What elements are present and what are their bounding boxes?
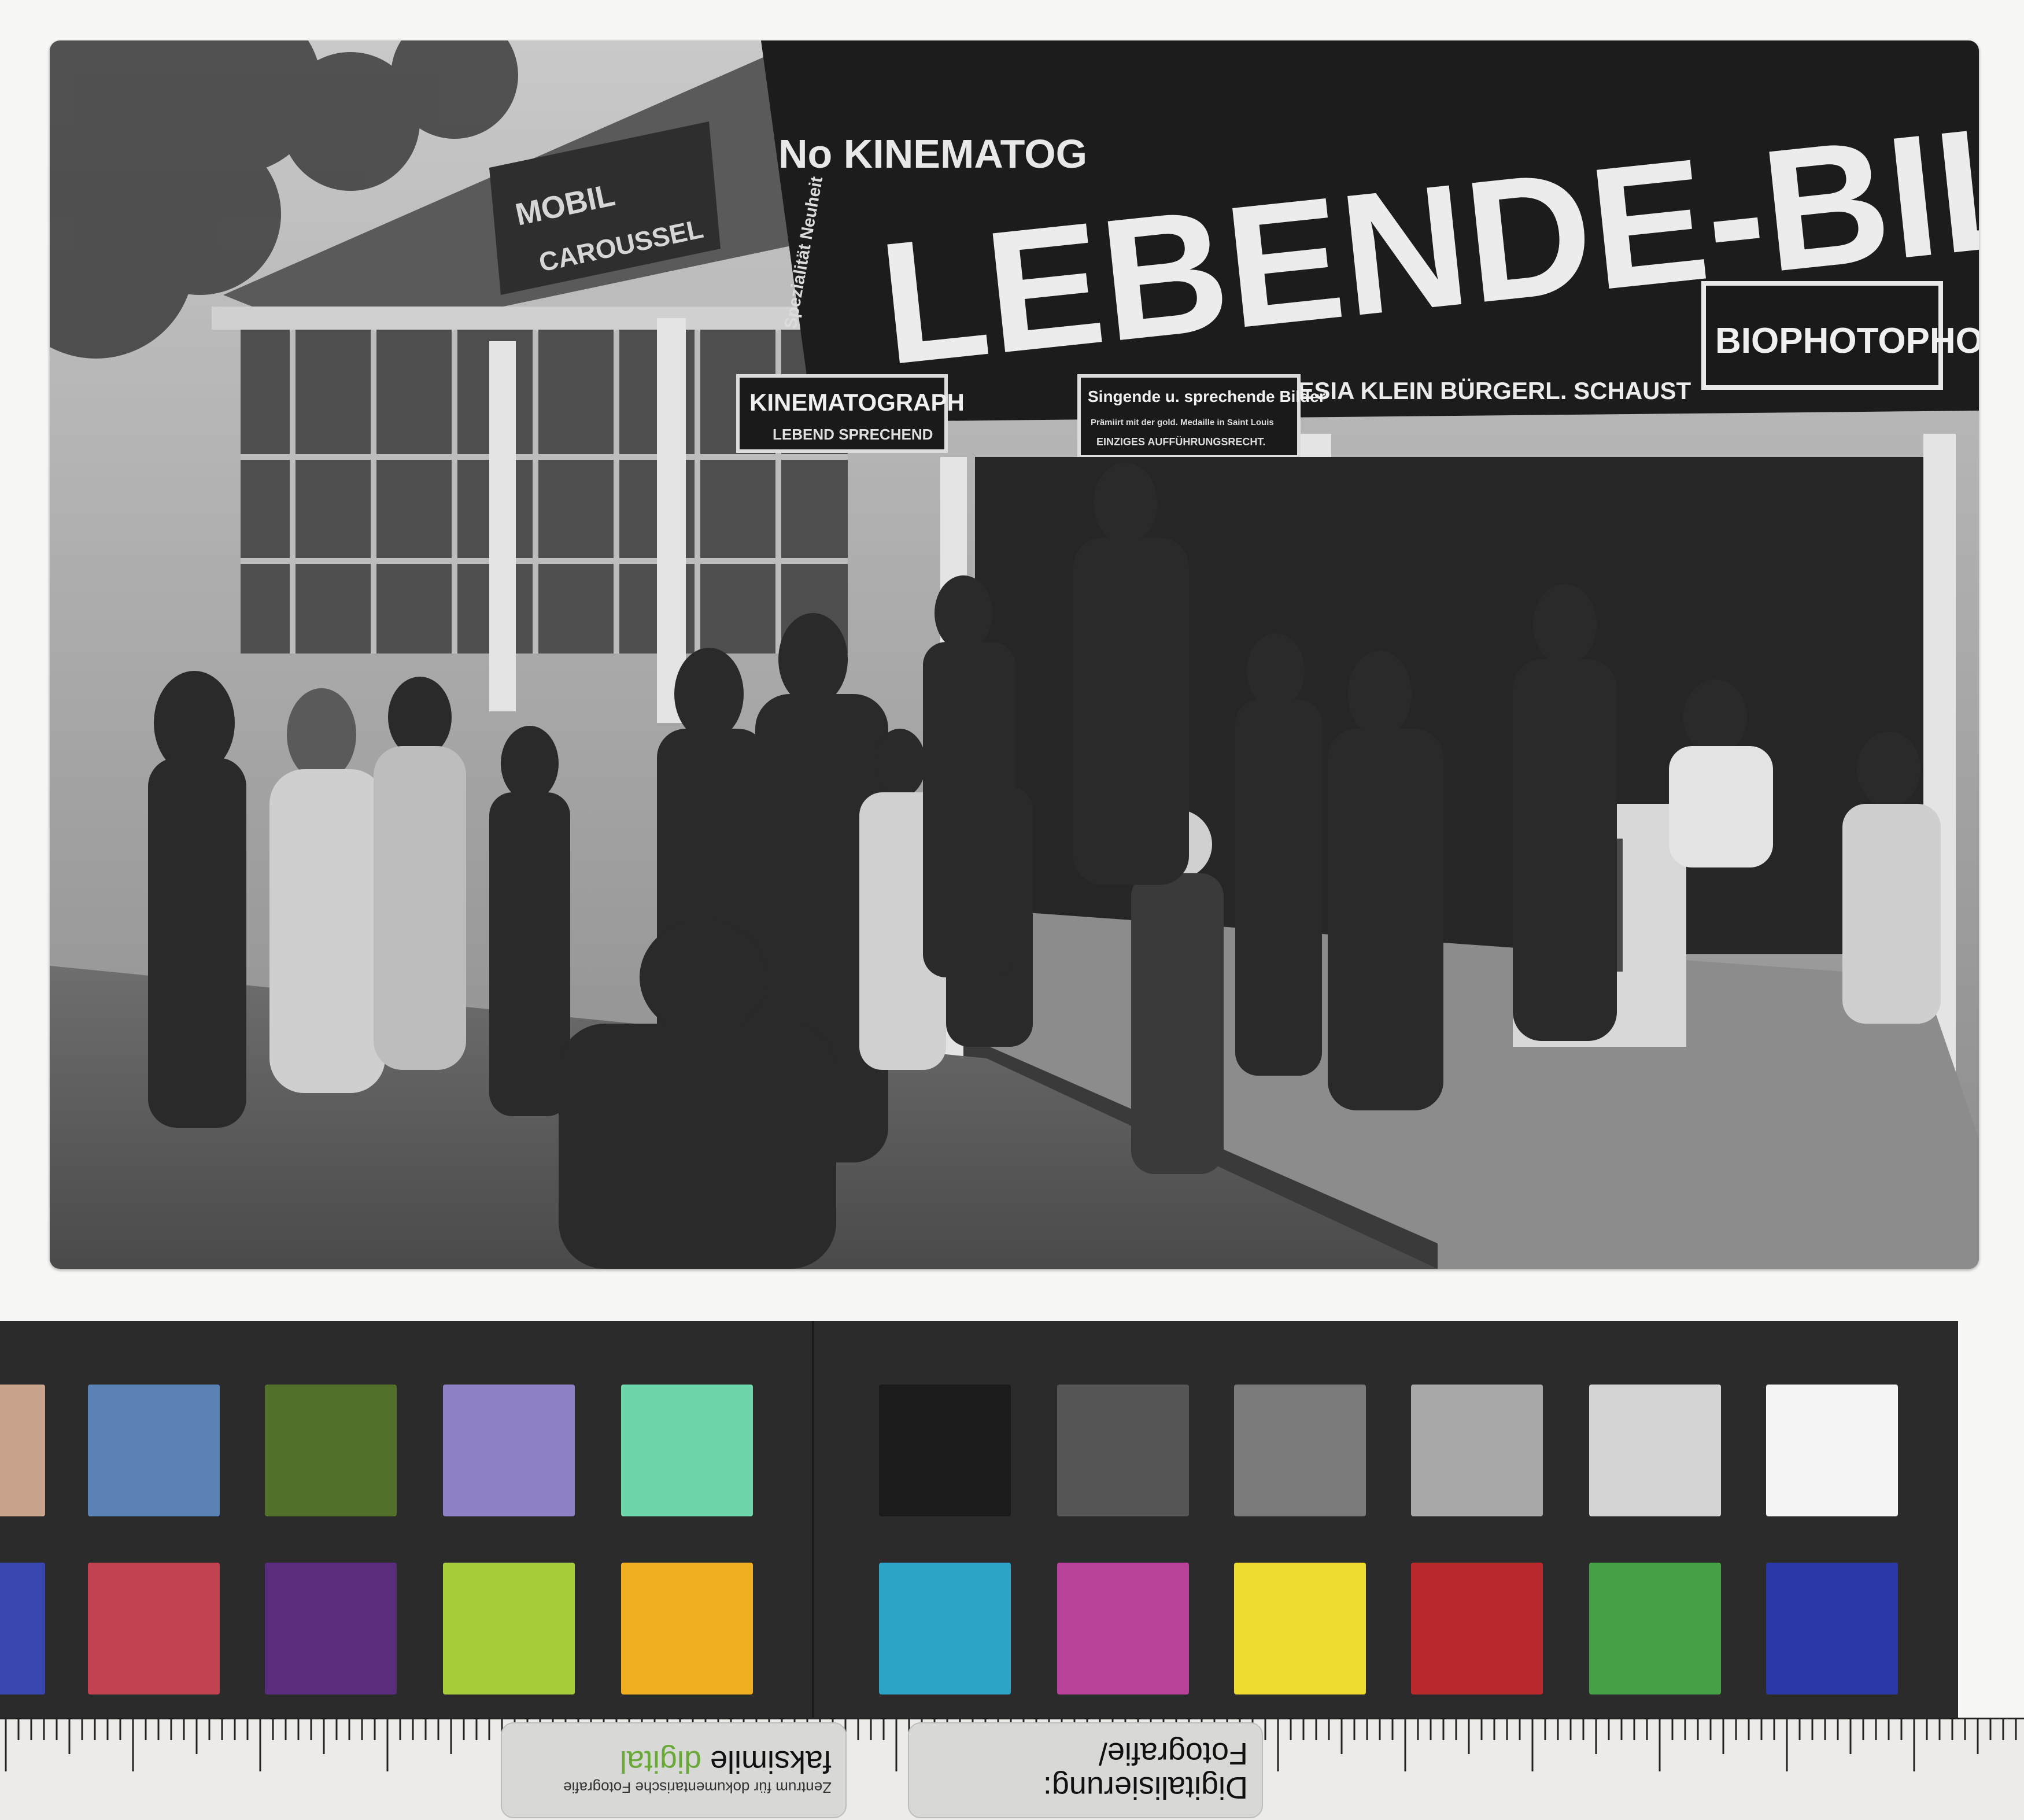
sign-biophotophon: BIOPHOTOPHON <box>1715 321 1979 361</box>
sign-kinematograph: KINEMATOGRAPH <box>749 389 965 416</box>
color-patch <box>88 1385 220 1516</box>
color-patch <box>1766 1563 1898 1695</box>
color-checker-card <box>0 1321 1958 1718</box>
label-digitalisierung: Digitalisierung: <box>1043 1770 1248 1806</box>
checker-seam <box>812 1321 814 1718</box>
faksimile-label: Zentrum für dokumentarische Fotografie f… <box>501 1722 847 1818</box>
label-brand-faksimile: faksimile <box>710 1744 832 1780</box>
color-patch <box>0 1385 45 1516</box>
color-patch <box>443 1563 575 1695</box>
sign-lebend-sprechend: LEBEND SPRECHEND <box>773 426 933 443</box>
sign-singende-1: Singende u. sprechende Bilder <box>1088 387 1325 405</box>
color-patch <box>265 1563 397 1695</box>
color-patch <box>1234 1563 1366 1695</box>
color-patch <box>0 1563 45 1695</box>
color-patch <box>1057 1385 1189 1516</box>
color-patch <box>1411 1563 1543 1695</box>
roof-edge <box>212 307 877 330</box>
sign-owner: ERESIA KLEIN BÜRGERL. SCHAUST <box>1264 377 1691 404</box>
color-patch <box>1057 1563 1189 1695</box>
digitalisierung-label: Digitalisierung: Fotografie/ <box>908 1722 1263 1818</box>
photo-scene: No KINEMATOG LEBENDE-BILDE ERESIA KLEIN … <box>50 40 1979 1269</box>
color-patch <box>1766 1385 1898 1516</box>
color-patch <box>265 1385 397 1516</box>
label-fotografie: Fotografie/ <box>1098 1736 1248 1771</box>
color-patch <box>621 1385 753 1516</box>
color-patch <box>443 1385 575 1516</box>
label-brand-digital: digital <box>619 1744 701 1780</box>
color-patch <box>1234 1385 1366 1516</box>
sign-singende-2: Prämiirt mit der gold. Medaille in Saint… <box>1091 418 1274 427</box>
color-patch <box>879 1563 1011 1695</box>
color-patch <box>1589 1563 1721 1695</box>
sign-singende-3: EINZIGES AUFFÜHRUNGSRECHT. <box>1096 436 1265 448</box>
color-patch <box>1589 1385 1721 1516</box>
label-brand: faksimile digital <box>516 1744 832 1780</box>
label-center-text: Zentrum für dokumentarische Fotografie <box>563 1779 832 1797</box>
color-patch <box>621 1563 753 1695</box>
sign-no: No KINEMATOG <box>778 131 1087 176</box>
color-patch <box>879 1385 1011 1516</box>
color-patch <box>1411 1385 1543 1516</box>
color-patch <box>88 1563 220 1695</box>
historic-photograph: No KINEMATOG LEBENDE-BILDE ERESIA KLEIN … <box>50 40 1979 1269</box>
